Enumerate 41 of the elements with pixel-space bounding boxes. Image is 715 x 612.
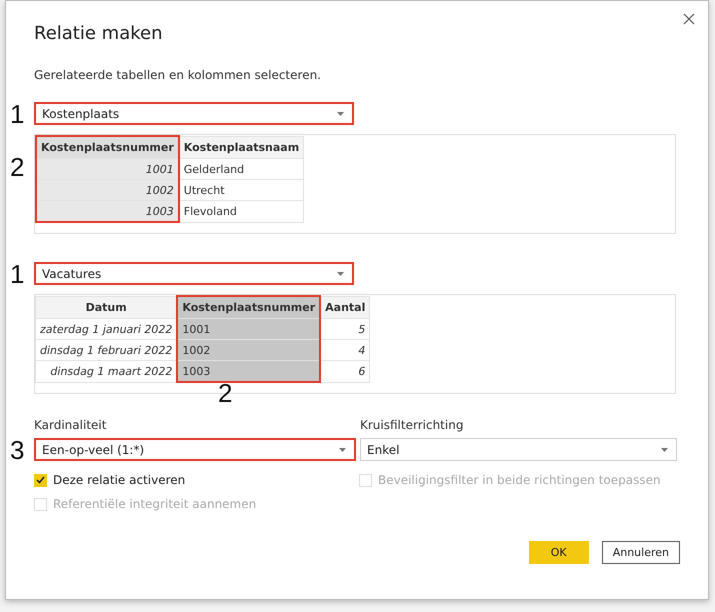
annotation-number: 3 [10, 437, 24, 463]
annotation-number: 1 [10, 101, 24, 127]
table-cell: Flevoland [178, 200, 304, 222]
crossfilter-dropdown[interactable]: Enkel [360, 438, 677, 461]
dialog-subtitle: Gerelateerde tabellen en kolommen selecteren. [34, 68, 322, 82]
table-cell: dinsdag 1 maart 2022 [36, 360, 178, 382]
annotation-number: 1 [10, 261, 24, 287]
field-label: Kardinaliteit [34, 418, 108, 432]
annotation-number: 2 [10, 154, 24, 180]
column-header[interactable]: Kostenplaatsnaam [178, 136, 304, 158]
table-dropdown[interactable]: Kostenplaats [34, 102, 354, 125]
table-cell: dinsdag 1 februari 2022 [36, 340, 178, 360]
table-cell: 1001 [177, 318, 320, 340]
column-header[interactable]: Kostenplaatsnummer [177, 296, 320, 318]
caret-icon [339, 448, 346, 452]
table-cell: 6 [320, 360, 370, 382]
table-cell: zaterdag 1 januari 2022 [36, 318, 178, 340]
table-cell: Gelderland [178, 158, 304, 180]
caret-icon [661, 448, 668, 452]
ok-button[interactable]: OK [528, 541, 589, 564]
table-cell: 1003 [177, 360, 320, 382]
table-cell: 5 [320, 318, 370, 340]
table-cell: 1002 [36, 180, 179, 200]
cancel-button[interactable]: Annuleren [602, 541, 680, 564]
table-cell: Utrecht [178, 180, 304, 200]
checkbox[interactable] [34, 474, 47, 486]
checkbox-option[interactable]: Deze relatie activeren [34, 473, 359, 487]
field-label: Kruisfilterrichting [360, 418, 464, 432]
column-header[interactable]: Kostenplaatsnummer [36, 136, 179, 158]
table-cell: 1001 [36, 158, 179, 180]
column-header[interactable]: Aantal [320, 296, 370, 318]
cardinality-dropdown[interactable]: Een-op-veel (1:*) [34, 438, 356, 461]
dialog-title: Relatie maken [34, 23, 164, 44]
table-cell: 4 [320, 340, 370, 360]
caret-icon [337, 272, 344, 276]
column-header[interactable]: Datum [36, 296, 178, 318]
table-dropdown[interactable]: Vacatures [34, 262, 354, 285]
annotation-number: 2 [218, 380, 232, 406]
caret-icon [337, 112, 344, 116]
table-cell: 1002 [177, 340, 320, 360]
table-cell: 1003 [36, 200, 179, 222]
